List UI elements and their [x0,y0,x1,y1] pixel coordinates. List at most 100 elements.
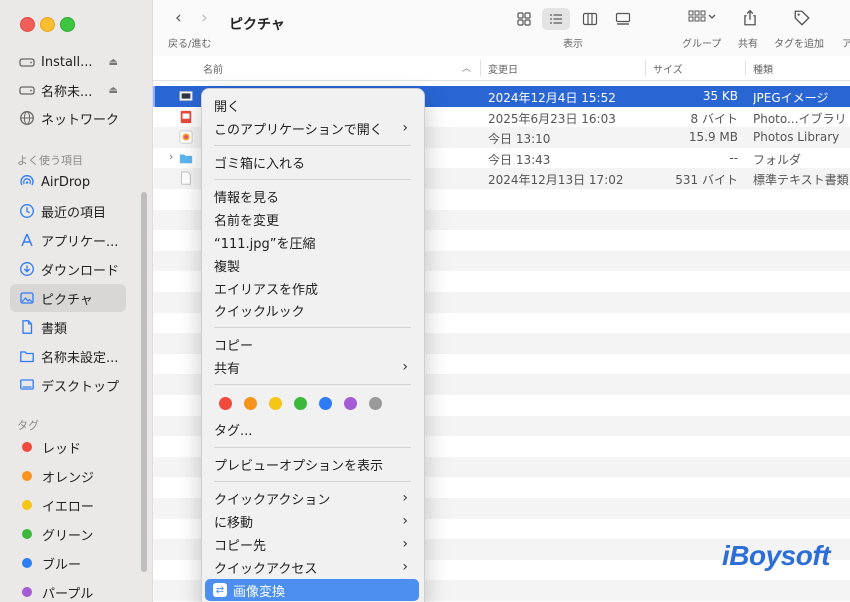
menu-item-convert-image[interactable]: ⇄ 画像変換 [205,579,419,601]
menu-item-label: エイリアスを作成 [214,282,319,298]
context-menu: 開く このアプリケーションで開く › ゴミ箱に入れる 情報を見る 名前を変更 “1… [201,88,425,602]
column-divider[interactable] [645,60,646,76]
red-tag-dot [22,442,32,452]
menu-item-label: 共有 [214,361,241,377]
menu-item-share[interactable]: 共有 › [214,356,412,378]
photos-library-icon [179,130,193,144]
menu-item-label: 名前を変更 [214,213,280,229]
tag-color-red[interactable] [219,397,232,410]
menu-separator [214,179,411,180]
menu-item-label: に移動 [214,515,254,531]
menu-item-duplicate[interactable]: 複製 [214,254,412,276]
back-button[interactable]: ‹ [175,8,182,28]
column-divider[interactable] [745,60,746,76]
menu-item-show-preview-options[interactable]: プレビューオプションを表示 [214,453,412,475]
menu-item-quick-look[interactable]: クイックルック [214,299,412,321]
sidebar-item-untitled-drive[interactable]: 名称未... ⏏ [10,76,126,104]
blue-tag-dot [22,558,32,568]
menu-item-label: コピー [214,338,254,354]
file-size: 531 バイト [675,173,738,188]
file-kind: Photos Library [753,130,840,145]
menu-item-copy[interactable]: コピー [214,333,412,355]
close-window-button[interactable] [20,17,35,32]
sidebar-item-label: 名称未... [41,84,93,100]
menu-item-copy-to[interactable]: コピー先 › [214,533,412,555]
sidebar-tag-blue[interactable]: ブルー [10,549,126,577]
column-kind[interactable]: 種類 [753,61,773,76]
sidebar-tag-purple[interactable]: パープル [10,578,126,602]
sidebar-item-network[interactable]: ネットワーク [10,104,126,132]
sidebar-item-pictures[interactable]: ピクチャ [10,284,126,312]
chevron-right-icon: › [402,559,408,575]
sidebar-item-documents[interactable]: 書類 [10,313,126,341]
menu-item-move-to[interactable]: に移動 › [214,510,412,532]
zoom-window-button[interactable] [60,17,75,32]
convert-image-icon: ⇄ [213,583,227,597]
minimize-window-button[interactable] [40,17,55,32]
menu-separator [214,447,411,448]
menu-item-label: ゴミ箱に入れる [214,156,306,172]
tag-icon [794,10,810,26]
menu-item-open[interactable]: 開く [214,94,412,116]
sidebar-tag-red[interactable]: レッド [10,433,126,461]
sidebar-item-desktop[interactable]: デスクトップ [10,371,126,399]
gallery-view-button[interactable] [609,8,637,30]
column-view-button[interactable] [576,8,604,30]
tag-color-purple[interactable] [344,397,357,410]
menu-item-label: このアプリケーションで開く [214,122,383,138]
menu-item-rename[interactable]: 名前を変更 [214,208,412,230]
menu-item-move-to-trash[interactable]: ゴミ箱に入れる [214,151,412,173]
file-size: 35 KB [702,89,738,103]
sidebar-item-downloads[interactable]: ダウンロード [10,255,126,283]
menu-item-get-info[interactable]: 情報を見る [214,185,412,207]
menu-item-compress[interactable]: “111.jpg”を圧縮 [214,231,412,253]
sidebar-scrollbar[interactable] [141,192,147,572]
airdrop-icon [19,174,35,190]
menu-item-label: プレビューオプションを表示 [214,458,384,474]
menu-item-quick-access[interactable]: クイックアクセス › [214,556,412,578]
sidebar-tag-green[interactable]: グリーン [10,520,126,548]
sidebar-item-applications[interactable]: アプリケー... [10,226,126,254]
sidebar-tag-orange[interactable]: オレンジ [10,462,126,490]
tag-color-orange[interactable] [244,397,257,410]
column-date[interactable]: 変更日 [488,61,518,76]
sidebar-item-airdrop[interactable]: AirDrop [10,168,126,196]
column-divider[interactable] [480,60,481,76]
menu-item-make-alias[interactable]: エイリアスを作成 [214,277,412,299]
desktop-icon [19,377,35,393]
tag-color-blue[interactable] [319,397,332,410]
view-caption: 表示 [563,39,583,50]
menu-item-open-with[interactable]: このアプリケーションで開く › [214,117,412,139]
group-button[interactable] [687,9,717,31]
clock-icon [19,203,35,219]
menu-item-label: 開く [214,99,241,115]
file-size: 15.9 MB [688,130,738,145]
drive-icon [19,82,35,98]
eject-icon[interactable]: ⏏ [109,85,118,96]
group-icon [688,10,716,22]
menu-item-quick-actions[interactable]: クイックアクション › [214,487,412,509]
sidebar-item-install-drive[interactable]: Install... ⏏ [10,48,126,76]
disclosure-chevron-icon[interactable]: › [169,150,173,163]
sidebar-item-recents[interactable]: 最近の項目 [10,197,126,225]
eject-icon[interactable]: ⏏ [109,57,118,68]
share-icon [744,9,756,26]
sidebar-tag-yellow[interactable]: イエロー [10,491,126,519]
sidebar-item-untitled-folder[interactable]: 名称未設定... [10,342,126,370]
menu-item-tags[interactable]: タグ... [214,418,412,440]
tag-color-gray[interactable] [369,397,382,410]
list-view-button[interactable] [542,8,570,30]
sort-chevron-icon[interactable]: ︿ [462,61,471,74]
list-column-header: 名前 ︿ 変更日 サイズ 種類 [153,56,850,81]
share-button[interactable] [741,9,759,31]
file-size: 8 バイト [690,111,738,126]
forward-button[interactable]: › [201,8,208,28]
column-size[interactable]: サイズ [653,61,683,76]
column-name[interactable]: 名前 [203,61,223,76]
tag-color-yellow[interactable] [269,397,282,410]
menu-item-label: 情報を見る [214,190,280,206]
tag-color-green[interactable] [294,397,307,410]
add-tag-button[interactable] [793,9,811,31]
icon-view-button[interactable] [510,8,538,30]
file-date: 2025年6月23日 16:03 [488,111,616,126]
